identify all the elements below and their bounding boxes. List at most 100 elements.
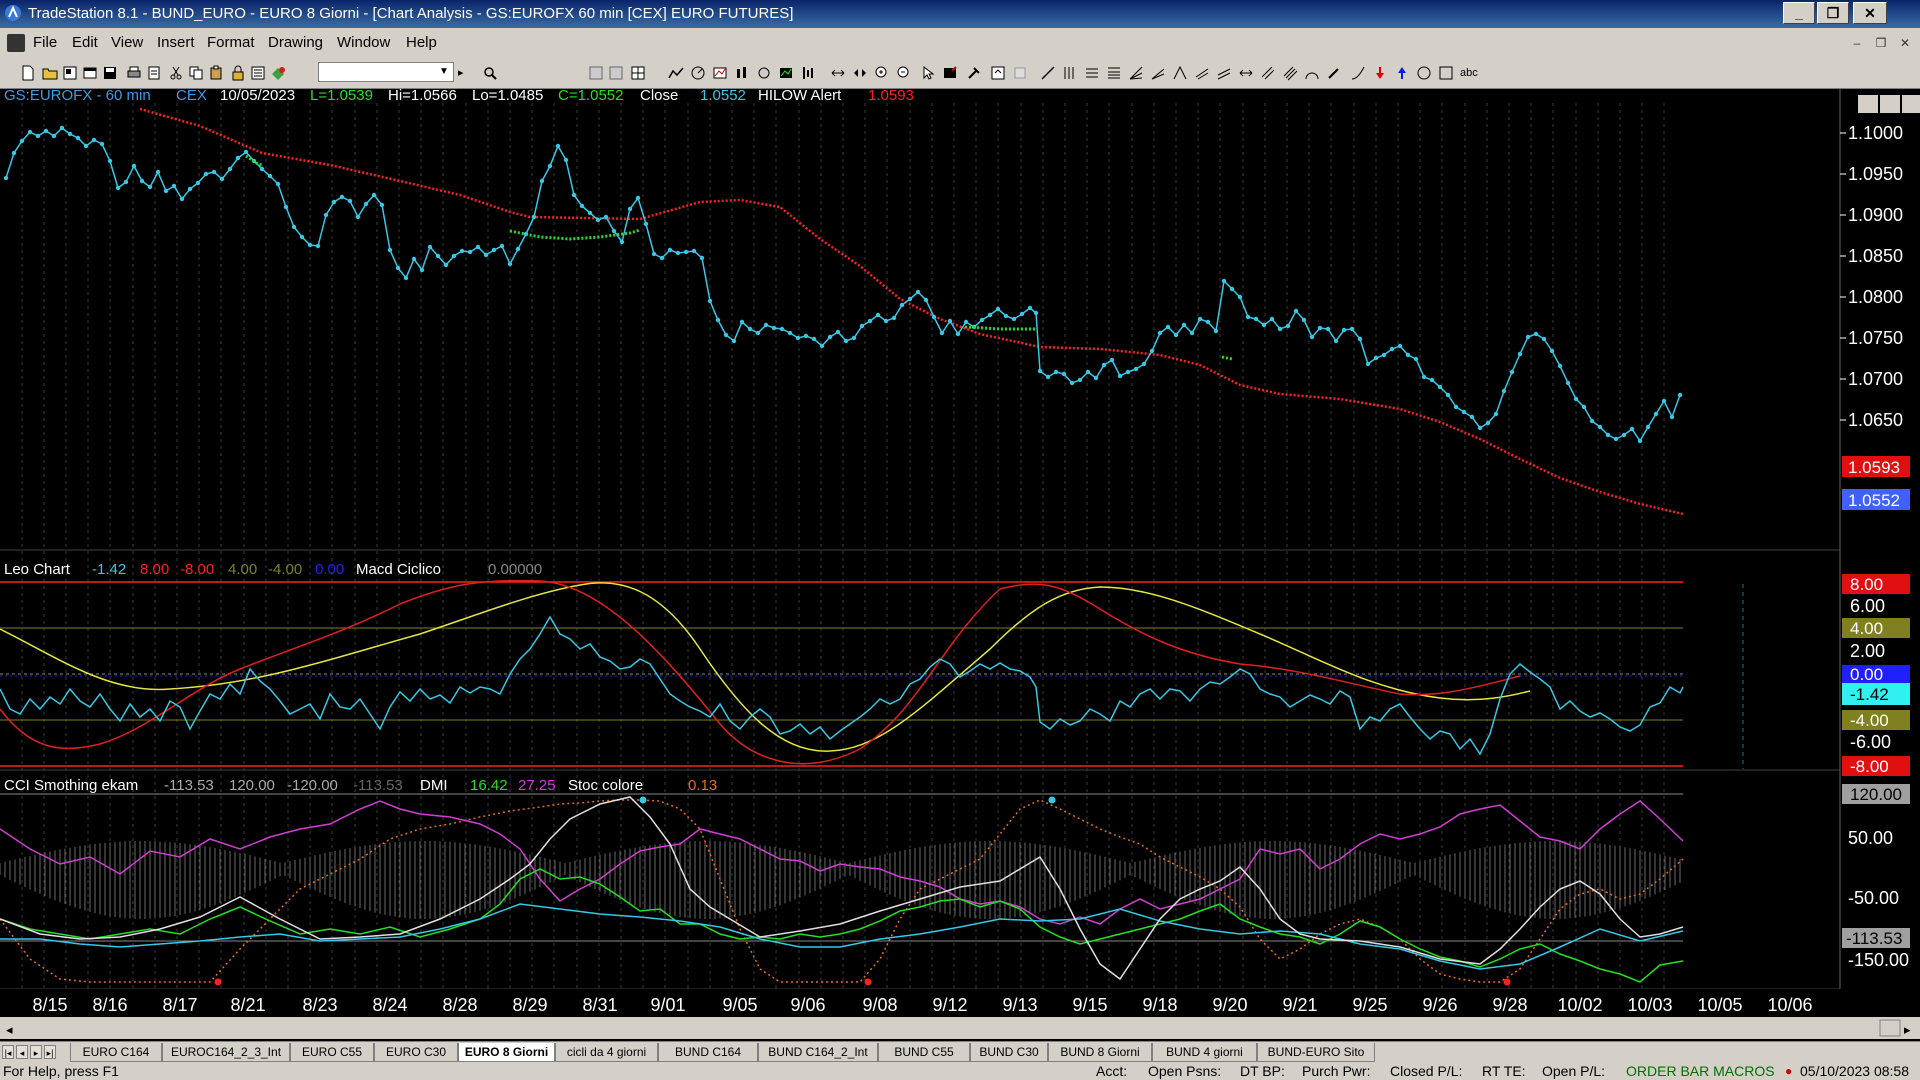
horizontal-lines-icon[interactable] (1084, 65, 1100, 81)
price-dot (1565, 380, 1571, 386)
showme-icon[interactable] (756, 65, 772, 81)
tab-euro-8-giorni[interactable]: EURO 8 Giorni (458, 1043, 555, 1062)
status-dt-bp: DT BP: (1240, 1063, 1285, 1079)
copy-icon[interactable] (188, 65, 204, 81)
tab-last-button[interactable]: ▸| (44, 1045, 56, 1059)
disabled-icon[interactable] (1012, 65, 1028, 81)
zoom-find-icon[interactable] (482, 65, 498, 81)
scroll-thumb[interactable] (1879, 1019, 1901, 1037)
parallel-lines2-icon[interactable] (1282, 65, 1298, 81)
tab-euro-c30[interactable]: EURO C30 (374, 1043, 458, 1062)
tab-prev-button[interactable]: ◂ (16, 1045, 28, 1059)
text-tool-icon[interactable]: abc (1460, 65, 1484, 81)
fan-lines-icon[interactable] (1128, 65, 1144, 81)
arrow-up-blue-icon[interactable] (1394, 65, 1410, 81)
speed-lines-icon[interactable] (1150, 65, 1166, 81)
arrow-right-icon[interactable]: ▸ (458, 65, 474, 81)
vertical-lines-icon[interactable] (1062, 65, 1078, 81)
save-icon[interactable] (102, 65, 118, 81)
menu-window[interactable]: Window (337, 34, 390, 51)
tab-euro-c164[interactable]: EURO C164 (70, 1043, 162, 1062)
bar-chart-icon[interactable] (800, 65, 816, 81)
mdi-restore-button[interactable]: ❐ (1870, 33, 1892, 53)
ellipse-icon[interactable] (1416, 65, 1432, 81)
settings-icon[interactable] (270, 65, 286, 81)
strategy-icon[interactable] (712, 65, 728, 81)
tab-cicli-da-4-giorni[interactable]: cicli da 4 giorni (555, 1043, 658, 1062)
chart-type-icon[interactable] (668, 65, 684, 81)
fib-retracement-icon[interactable] (1106, 65, 1122, 81)
chart-window-icon[interactable] (7, 34, 25, 52)
symbol-combo[interactable]: ▼ (318, 62, 454, 82)
refresh-icon[interactable] (990, 65, 1006, 81)
curve-icon[interactable] (1350, 65, 1366, 81)
menu-file[interactable]: File (33, 34, 57, 51)
subwindow-close-button[interactable] (1902, 95, 1920, 113)
format-window-icon[interactable] (588, 65, 604, 81)
format-window2-icon[interactable] (608, 65, 624, 81)
move-bars-icon[interactable] (830, 65, 846, 81)
tab-bund-c55[interactable]: BUND C55 (878, 1043, 970, 1062)
tab-bund-4-giorni[interactable]: BUND 4 giorni (1152, 1043, 1257, 1062)
menu-drawing[interactable]: Drawing (268, 34, 323, 51)
parallel-lines-icon[interactable] (1260, 65, 1276, 81)
maximize-button[interactable]: ❐ (1817, 2, 1849, 24)
zoom-out-icon[interactable] (896, 65, 912, 81)
tab-bund-8-giorni[interactable]: BUND 8 Giorni (1048, 1043, 1152, 1062)
workspace-icon[interactable] (62, 65, 78, 81)
tools-icon[interactable] (966, 65, 982, 81)
tab-bund-c30[interactable]: BUND C30 (970, 1043, 1048, 1062)
print-icon[interactable] (126, 65, 142, 81)
menu-view[interactable]: View (111, 34, 143, 51)
horizontal-scrollbar[interactable] (0, 1017, 1920, 1039)
tab-first-button[interactable]: |◂ (2, 1045, 14, 1059)
andrews-pitchfork-icon[interactable] (1194, 65, 1210, 81)
trendline-icon[interactable] (1040, 65, 1056, 81)
arc-icon[interactable] (1304, 65, 1320, 81)
chart-analysis-icon[interactable] (778, 65, 794, 81)
data-window-icon[interactable] (942, 65, 958, 81)
scroll-left-icon[interactable]: ◂ (6, 1022, 13, 1037)
rectangle-icon[interactable] (1438, 65, 1454, 81)
indicator-icon[interactable] (690, 65, 706, 81)
arrow-down-red-icon[interactable] (1372, 65, 1388, 81)
paintbar-icon[interactable] (734, 65, 750, 81)
channel-icon[interactable] (1216, 65, 1232, 81)
menu-help[interactable]: Help (406, 34, 437, 51)
mdi-close-button[interactable]: ✕ (1894, 33, 1916, 53)
tab-bund-euro-sito[interactable]: BUND-EURO Sito (1257, 1043, 1375, 1062)
new-icon[interactable] (20, 65, 36, 81)
subwindow-restore-button[interactable] (1880, 95, 1900, 113)
chart-canvas[interactable]: GS:EUROFX - 60 min CEX 10/05/2023 L=1.05… (0, 87, 1920, 1041)
status-macros[interactable]: ORDER BAR MACROS (1626, 1063, 1775, 1080)
menu-format[interactable]: Format (207, 34, 255, 51)
price-dot (1445, 392, 1451, 398)
close-button[interactable]: ✕ (1853, 2, 1887, 24)
tab-euro-c55[interactable]: EURO C55 (290, 1043, 374, 1062)
tab-euroc164-2-3-int[interactable]: EUROC164_2_3_Int (162, 1043, 290, 1062)
scroll-right-icon[interactable]: ▸ (1904, 1022, 1911, 1037)
cut-icon[interactable] (168, 65, 184, 81)
lock-icon[interactable] (230, 65, 246, 81)
tab-bund-c164[interactable]: BUND C164 (658, 1043, 758, 1062)
gann-icon[interactable] (1172, 65, 1188, 81)
pen-icon[interactable] (1326, 65, 1342, 81)
minimize-button[interactable]: _ (1783, 2, 1815, 24)
menu-edit[interactable]: Edit (72, 34, 98, 51)
pointer-icon[interactable] (920, 65, 936, 81)
tab-next-button[interactable]: ▸ (30, 1045, 42, 1059)
menu-insert[interactable]: Insert (157, 34, 195, 51)
horizontal-arrow-icon[interactable] (1238, 65, 1254, 81)
chart-analysis-window[interactable]: GS:EUROFX - 60 min CEX 10/05/2023 L=1.05… (0, 87, 1920, 1041)
grid-icon[interactable] (630, 65, 646, 81)
open-folder-icon[interactable] (42, 65, 58, 81)
print-preview-icon[interactable] (146, 65, 162, 81)
tab-bund-c164-2-int[interactable]: BUND C164_2_Int (758, 1043, 878, 1062)
symbol-list-icon[interactable] (250, 65, 266, 81)
zoom-in-icon[interactable] (874, 65, 890, 81)
new-window-icon[interactable] (82, 65, 98, 81)
paste-icon[interactable] (208, 65, 224, 81)
subwindow-minimize-button[interactable] (1858, 95, 1878, 113)
mdi-minimize-button[interactable]: – (1846, 33, 1868, 53)
scroll-bars-icon[interactable] (852, 65, 868, 81)
